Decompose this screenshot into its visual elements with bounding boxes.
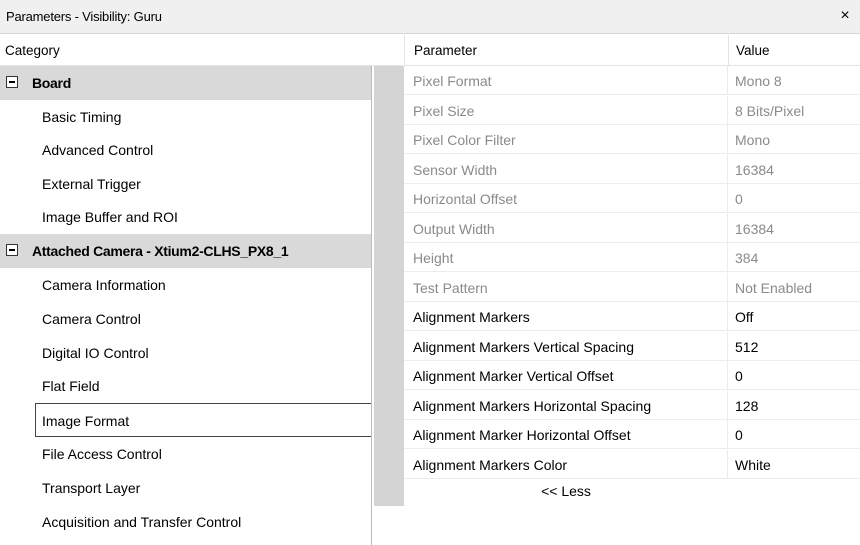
value-header-label: Value [736, 43, 770, 58]
parameter-row[interactable]: Output Width 16384 [404, 213, 860, 243]
tree-item[interactable]: Camera Information [0, 268, 371, 302]
parameter-value: Mono 8 [735, 73, 782, 89]
parameter-value: Mono [735, 132, 771, 148]
parameter-name: Height [413, 250, 454, 266]
parameter-value[interactable]: 0 [735, 427, 743, 443]
parameter-header-label: Parameter [414, 43, 478, 58]
parameter-value[interactable]: 128 [735, 398, 758, 414]
parameter-row[interactable]: Horizontal Offset 0 [404, 184, 860, 213]
column-divider [727, 420, 728, 449]
parameter-value: 0 [735, 191, 743, 207]
column-divider [727, 95, 728, 125]
parameter-name: Alignment Markers [413, 309, 530, 325]
column-divider [727, 184, 728, 213]
column-divider [727, 302, 728, 331]
parameter-name: Pixel Size [413, 102, 475, 119]
tree-item-label: Image Format [42, 413, 130, 429]
parameter-row[interactable]: Alignment Marker Vertical Offset 0 [404, 361, 860, 390]
parameter-row[interactable]: Pixel Size 8 Bits/Pixel [404, 95, 860, 125]
parameter-row[interactable]: Pixel Format Mono 8 [404, 66, 860, 95]
parameter-row[interactable]: Alignment Marker Horizontal Offset 0 [404, 420, 860, 449]
parameter-row[interactable]: Alignment Markers Horizontal Spacing 128 [404, 390, 860, 420]
value-column-header[interactable]: Value [728, 35, 860, 66]
parameter-value[interactable]: Off [735, 309, 753, 325]
tree-item-label: Acquisition and Transfer Control [42, 514, 242, 530]
close-icon[interactable]: × [836, 7, 854, 25]
column-divider [727, 243, 728, 272]
parameter-row[interactable]: Test Pattern Not Enabled [404, 272, 860, 302]
tree-item-label: Basic Timing [42, 109, 122, 125]
tree-item[interactable]: Image Format [35, 403, 372, 437]
parameter-name: Sensor Width [413, 161, 498, 178]
grid-row-gutter [374, 66, 404, 506]
tree-item[interactable]: Camera Control [0, 302, 371, 336]
column-divider [727, 331, 728, 361]
parameter-name: Pixel Format [413, 73, 492, 89]
parameter-row[interactable]: Sensor Width 16384 [404, 154, 860, 184]
column-divider [727, 272, 728, 302]
tree-item[interactable]: Advanced Control [0, 133, 371, 167]
tree-item-label: File Access Control [42, 446, 162, 462]
parameter-value: Not Enabled [735, 279, 813, 296]
tree-group[interactable]: Attached Camera - Xtium2-CLHS_PX8_1 [0, 234, 371, 268]
tree-item-label: Camera Control [42, 311, 141, 327]
category-tree: Board Basic Timing Advanced Control Externa… [0, 66, 372, 545]
tree-item-label: Image Buffer and ROI [42, 209, 178, 225]
tree-item-label: External Trigger [42, 176, 141, 192]
parameter-name: Test Pattern [413, 279, 488, 296]
parameter-value[interactable]: 0 [735, 368, 743, 384]
collapse-icon[interactable] [6, 244, 18, 256]
tree-item[interactable]: Basic Timing [0, 100, 371, 134]
parameter-value: 16384 [735, 161, 774, 178]
tree-item[interactable]: File Access Control [0, 437, 371, 471]
parameter-name: Pixel Color Filter [413, 132, 516, 148]
parameter-name: Alignment Marker Vertical Offset [413, 368, 614, 384]
parameter-name: Alignment Markers Vertical Spacing [413, 338, 634, 355]
parameter-value: 8 Bits/Pixel [735, 102, 805, 119]
parameter-row[interactable]: Alignment Markers Vertical Spacing 512 [404, 331, 860, 361]
tree-item-label: Camera Information [42, 277, 166, 293]
tree-item-label: Flat Field [42, 378, 100, 394]
tree-item[interactable]: Transport Layer [0, 471, 371, 505]
tree-item-label: Advanced Control [42, 142, 154, 158]
parameter-value: 384 [735, 250, 759, 266]
parameter-name: Alignment Markers Color [413, 456, 568, 473]
collapse-icon[interactable] [6, 76, 18, 88]
column-divider [727, 125, 728, 154]
parameter-name: Alignment Markers Horizontal Spacing [413, 397, 652, 414]
parameter-value[interactable]: White [735, 457, 771, 473]
tree-item[interactable]: Image Buffer and ROI [0, 200, 371, 234]
title-bar: Parameters - Visibility: Guru × [0, 0, 860, 34]
column-divider [727, 449, 728, 479]
column-divider [727, 154, 728, 184]
parameter-value: 16384 [735, 220, 774, 237]
parameter-value[interactable]: 512 [735, 339, 758, 355]
parameter-name: Output Width [413, 220, 495, 237]
tree-item-label: Attached Camera - Xtium2-CLHS_PX8_1 [32, 243, 289, 259]
category-header: Category [0, 35, 403, 66]
parameter-name: Alignment Marker Horizontal Offset [413, 427, 631, 443]
tree-item-label: Board [32, 75, 71, 91]
tree-item[interactable]: External Trigger [0, 167, 371, 201]
less-button[interactable]: << Less [404, 483, 728, 499]
parameter-name: Horizontal Offset [413, 191, 518, 207]
tree-item[interactable]: Flat Field [0, 369, 371, 403]
tree-item[interactable]: Acquisition and Transfer Control [0, 505, 371, 539]
tree-item-label: Digital IO Control [42, 345, 149, 361]
column-divider [727, 213, 728, 243]
parameter-column-header[interactable]: Parameter [404, 35, 728, 66]
column-divider [727, 361, 728, 390]
tree-item-label: Transport Layer [42, 480, 141, 496]
column-divider [727, 66, 728, 95]
window-title: Parameters - Visibility: Guru [6, 9, 162, 24]
parameter-row[interactable]: Pixel Color Filter Mono [404, 125, 860, 154]
parameter-row[interactable]: Alignment Markers Color White [404, 449, 860, 479]
parameter-row[interactable]: Alignment Markers Off [404, 302, 860, 331]
parameter-row[interactable]: Height 384 [404, 243, 860, 272]
column-divider [727, 390, 728, 420]
category-header-label: Category [5, 43, 60, 58]
tree-item[interactable]: Digital IO Control [0, 336, 371, 370]
tree-group[interactable]: Board [0, 66, 371, 100]
